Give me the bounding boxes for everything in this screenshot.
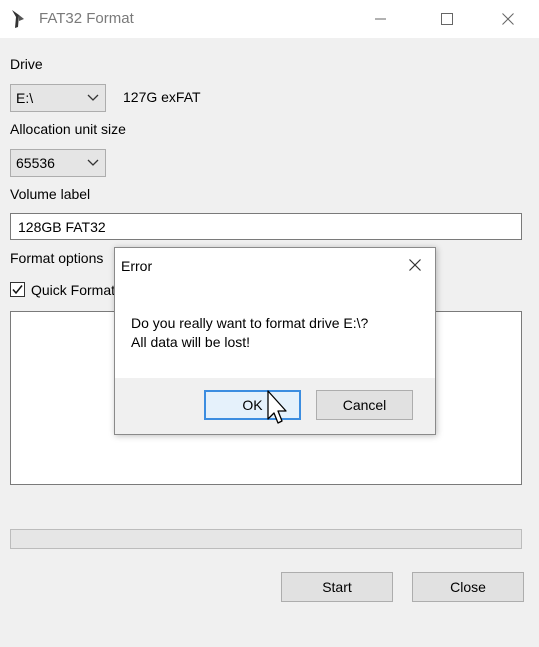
quick-format-checkbox[interactable]: [10, 282, 25, 297]
drive-select-value: E:\: [16, 90, 34, 106]
chevron-down-icon: [87, 159, 99, 166]
minimize-icon: [375, 18, 386, 20]
hand-cursor-icon: [267, 390, 287, 424]
app-logo-icon: [12, 10, 24, 28]
dialog-message-line1: Do you really want to format drive E:\?: [131, 315, 369, 331]
drive-select[interactable]: E:\: [10, 84, 106, 112]
drive-label: Drive: [10, 56, 43, 72]
maximize-button[interactable]: [424, 0, 470, 38]
allocation-label: Allocation unit size: [10, 121, 126, 137]
maximize-icon: [441, 13, 453, 25]
checkmark-icon: [12, 285, 23, 295]
minimize-button[interactable]: [358, 0, 404, 38]
title-bar[interactable]: FAT32 Format: [0, 0, 539, 38]
close-button-bottom[interactable]: Close: [412, 572, 524, 602]
quick-format-label[interactable]: Quick Format: [31, 282, 115, 298]
chevron-down-icon: [87, 94, 99, 101]
dialog-message: Do you really want to format drive E:\? …: [131, 314, 368, 352]
dialog-message-line2: All data will be lost!: [131, 334, 251, 350]
format-options-label: Format options: [10, 250, 104, 266]
allocation-select-value: 65536: [16, 155, 55, 171]
close-icon: [502, 13, 514, 25]
cancel-button[interactable]: Cancel: [316, 390, 413, 420]
close-button[interactable]: [485, 0, 531, 38]
dialog-title: Error: [121, 258, 153, 274]
window-title: FAT32 Format: [39, 10, 134, 27]
dialog-body: Do you really want to format drive E:\? …: [115, 282, 435, 378]
volume-label-value: 128GB FAT32: [18, 219, 106, 235]
allocation-select[interactable]: 65536: [10, 149, 106, 177]
progress-bar: [10, 529, 522, 549]
drive-info: 127G exFAT: [123, 89, 201, 105]
dialog-close-button[interactable]: [401, 252, 429, 278]
volume-label-heading: Volume label: [10, 186, 91, 202]
close-icon: [409, 259, 421, 271]
volume-label-input[interactable]: 128GB FAT32: [10, 213, 522, 240]
start-button[interactable]: Start: [281, 572, 393, 602]
dialog-title-bar[interactable]: Error: [115, 248, 435, 282]
